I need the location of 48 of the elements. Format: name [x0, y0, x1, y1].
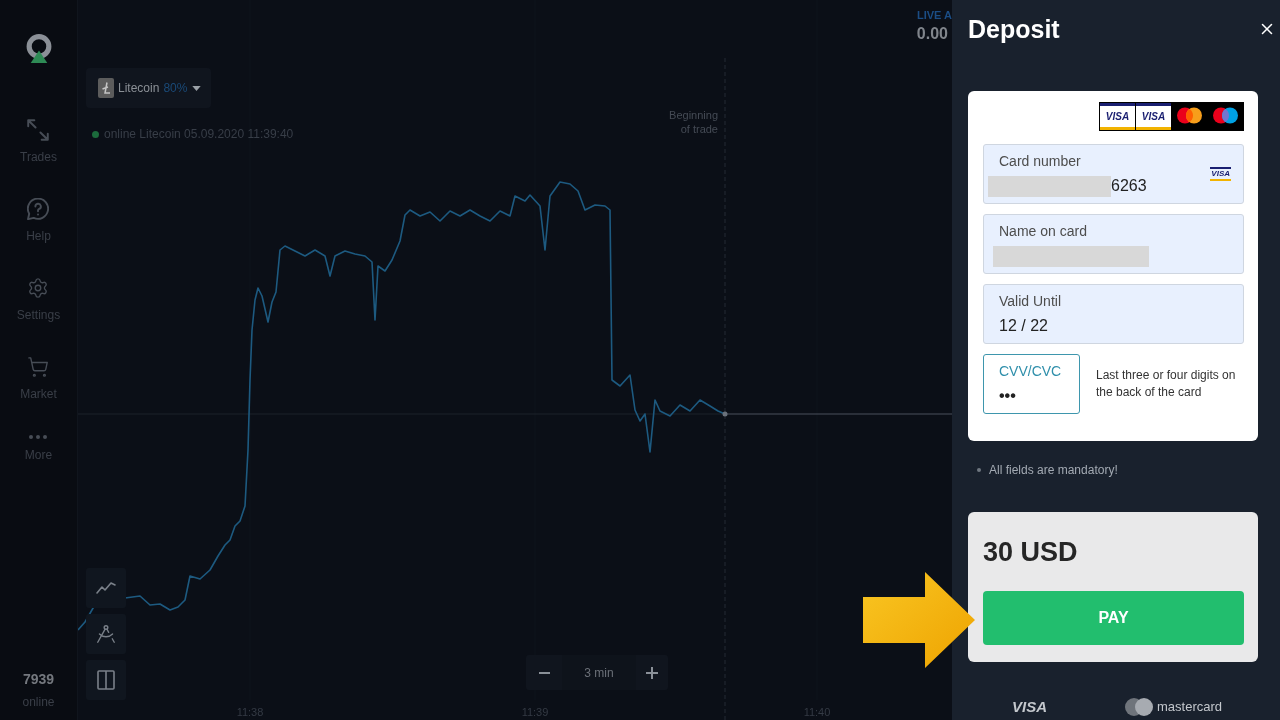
compass-icon: [95, 623, 117, 645]
input-field[interactable]: Valid Until 12 / 22: [983, 284, 1244, 344]
input-field[interactable]: Name on card: [983, 214, 1244, 274]
zoom-in-button[interactable]: [636, 655, 668, 690]
field-hint: Last three or four digits on the back of the card: [1096, 367, 1236, 401]
price-dot-icon: [722, 411, 728, 417]
chart-type-button[interactable]: [86, 568, 126, 608]
panel-title: Deposit: [968, 14, 1060, 44]
more-dots-icon: [29, 435, 48, 439]
card-brand-icon: [1125, 698, 1153, 716]
bullet-icon: [977, 468, 981, 472]
help-icon: [27, 198, 50, 220]
coin-icon: [98, 78, 114, 98]
layout-button[interactable]: [86, 660, 126, 700]
input-field[interactable]: Card number 6263 VISA: [983, 144, 1244, 204]
cart-icon: [27, 356, 50, 378]
field-label: Name on card: [999, 223, 1088, 239]
field-value: 6263: [1111, 176, 1147, 196]
amount-value: 30 USD: [983, 536, 1079, 568]
account-balance: 0.00: [916, 24, 949, 44]
input-field[interactable]: CVV/CVC •••: [983, 354, 1080, 414]
logo-icon: [25, 34, 52, 63]
caret-down-icon: [192, 85, 201, 91]
plus-icon: [646, 666, 658, 679]
pay-button[interactable]: PAY: [983, 591, 1244, 645]
drawing-tools-button[interactable]: [86, 614, 126, 654]
asset-selector[interactable]: Litecoin 80%: [86, 68, 211, 108]
visa-logo: VISA: [1136, 103, 1171, 130]
card-brand-name: mastercard: [1157, 699, 1223, 715]
columns-icon: [97, 670, 115, 690]
mandatory-note: All fields are mandatory!: [989, 462, 1118, 478]
field-label: Valid Until: [999, 293, 1062, 309]
minus-icon: [538, 671, 550, 674]
diagonal-arrows-icon: [27, 119, 50, 141]
pointer-arrow-icon: [863, 572, 975, 668]
line-chart-icon: [96, 582, 116, 594]
visa-logo: VISA: [1100, 103, 1135, 130]
trade-marker-label: Beginning of trade: [668, 108, 718, 136]
account-label: LIVE A: [916, 8, 952, 22]
settings-icon: [27, 277, 50, 299]
field-value: •••: [999, 386, 1016, 406]
timeframe-value: 3 min: [562, 655, 636, 690]
field-label: Card number: [999, 153, 1082, 169]
visa-logo: VISA: [1210, 167, 1231, 181]
online-count: 7939: [22, 671, 55, 687]
field-label: CVV/CVC: [999, 363, 1063, 379]
visa-logo: VISA: [1012, 698, 1047, 716]
field-value: 12 / 22: [999, 316, 1048, 336]
